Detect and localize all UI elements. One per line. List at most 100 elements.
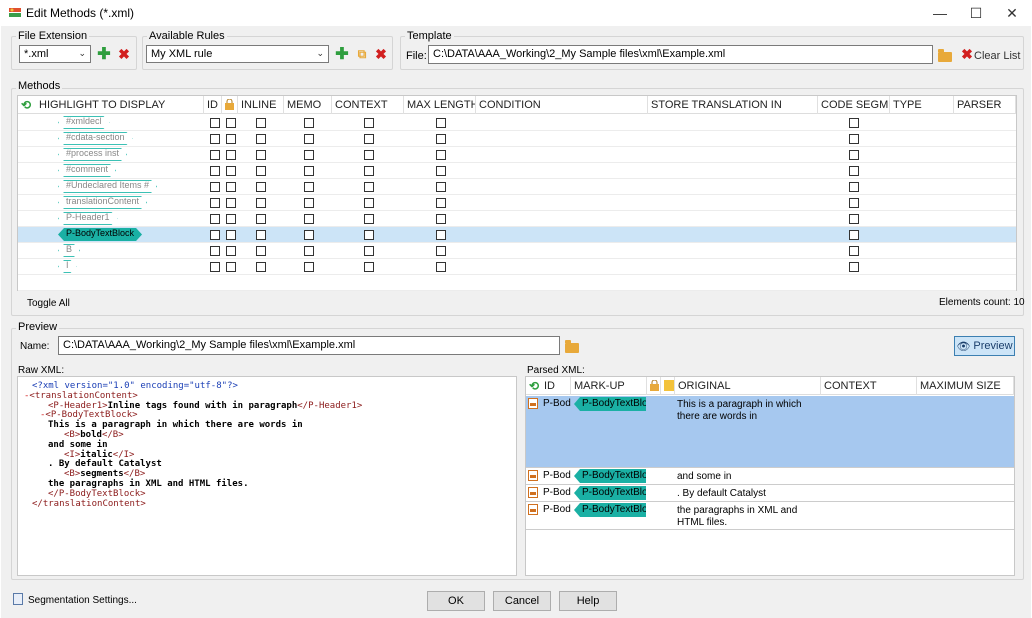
segmentation-settings-link[interactable]: Segmentation Settings... (28, 595, 137, 606)
method-checkbox[interactable] (256, 246, 266, 256)
column-highlight[interactable]: HIGHLIGHT TO DISPLAY (36, 96, 204, 114)
method-row[interactable]: P-Header1 (18, 211, 1016, 227)
method-checkbox[interactable] (210, 246, 220, 256)
close-button[interactable]: ✕ (996, 0, 1028, 26)
method-checkbox[interactable] (210, 182, 220, 192)
parsed-xml-grid[interactable]: ⟲ ID MARK-UP ORIGINAL CONTEXT MAXIMUM SI… (525, 376, 1015, 576)
method-row[interactable]: #xmldecl (18, 115, 1016, 131)
ok-button[interactable]: OK (427, 591, 485, 611)
method-checkbox[interactable] (436, 246, 446, 256)
method-checkbox[interactable] (226, 214, 236, 224)
column-inline[interactable]: INLINE (238, 96, 284, 114)
method-row[interactable]: I (18, 259, 1016, 275)
method-checkbox[interactable] (256, 214, 266, 224)
parsed-column-context[interactable]: CONTEXT (821, 377, 917, 395)
method-checkbox[interactable] (226, 246, 236, 256)
method-checkbox[interactable] (210, 118, 220, 128)
clear-list-icon[interactable]: ✖ (959, 46, 975, 62)
method-checkbox[interactable] (226, 198, 236, 208)
column-code-segment[interactable]: CODE SEGMENT (818, 96, 890, 114)
method-checkbox[interactable] (210, 230, 220, 240)
method-checkbox[interactable] (226, 182, 236, 192)
method-checkbox[interactable] (256, 230, 266, 240)
minimize-button[interactable]: — (924, 0, 956, 26)
method-checkbox[interactable] (849, 134, 859, 144)
method-row[interactable]: #cdata-section (18, 131, 1016, 147)
method-checkbox[interactable] (364, 182, 374, 192)
template-file-input[interactable]: C:\DATA\AAA_Working\2_My Sample files\xm… (428, 45, 933, 64)
column-parser[interactable]: PARSER (954, 96, 1016, 114)
column-store-translation[interactable]: STORE TRANSLATION IN (648, 96, 818, 114)
method-checkbox[interactable] (364, 246, 374, 256)
method-checkbox[interactable] (256, 262, 266, 272)
method-checkbox[interactable] (849, 150, 859, 160)
method-checkbox[interactable] (256, 182, 266, 192)
method-checkbox[interactable] (226, 150, 236, 160)
folder-open-icon[interactable] (938, 49, 952, 62)
method-checkbox[interactable] (436, 166, 446, 176)
clear-list-button[interactable]: Clear List (974, 50, 1020, 62)
method-checkbox[interactable] (226, 134, 236, 144)
method-checkbox[interactable] (256, 166, 266, 176)
method-checkbox[interactable] (849, 182, 859, 192)
method-row[interactable]: B (18, 243, 1016, 259)
refresh-icon[interactable]: ⟲ (21, 98, 31, 112)
method-checkbox[interactable] (436, 198, 446, 208)
column-context[interactable]: CONTEXT (332, 96, 404, 114)
lock-icon[interactable] (647, 377, 661, 395)
method-checkbox[interactable] (256, 118, 266, 128)
method-checkbox[interactable] (364, 118, 374, 128)
column-id[interactable]: ID (204, 96, 222, 114)
toggle-all-button[interactable]: Toggle All (27, 298, 70, 309)
method-checkbox[interactable] (304, 262, 314, 272)
parsed-column-markup[interactable]: MARK-UP (571, 377, 647, 395)
method-checkbox[interactable] (364, 214, 374, 224)
method-checkbox[interactable] (436, 150, 446, 160)
method-checkbox[interactable] (849, 230, 859, 240)
preview-button[interactable]: 👁 Preview (954, 336, 1015, 356)
column-type[interactable]: TYPE (890, 96, 954, 114)
file-extension-combo[interactable]: *.xml ⌄ (19, 45, 91, 63)
delete-rule-icon[interactable]: ✖ (373, 46, 389, 62)
method-checkbox[interactable] (364, 166, 374, 176)
method-checkbox[interactable] (226, 230, 236, 240)
method-checkbox[interactable] (436, 134, 446, 144)
method-checkbox[interactable] (436, 118, 446, 128)
method-row[interactable]: P-BodyTextBlock (18, 227, 1016, 243)
method-checkbox[interactable] (304, 166, 314, 176)
method-checkbox[interactable] (304, 150, 314, 160)
method-checkbox[interactable] (256, 134, 266, 144)
maximize-button[interactable]: ☐ (960, 0, 992, 26)
method-checkbox[interactable] (436, 262, 446, 272)
copy-rule-icon[interactable]: ⧉ (354, 46, 370, 62)
lock-icon[interactable] (222, 96, 238, 114)
method-checkbox[interactable] (436, 182, 446, 192)
column-memo[interactable]: MEMO (284, 96, 332, 114)
method-checkbox[interactable] (304, 134, 314, 144)
method-checkbox[interactable] (364, 150, 374, 160)
method-checkbox[interactable] (304, 118, 314, 128)
column-max-length[interactable]: MAX LENGTH (404, 96, 476, 114)
method-checkbox[interactable] (304, 182, 314, 192)
add-rule-icon[interactable]: ✚ (334, 46, 350, 63)
method-checkbox[interactable] (226, 262, 236, 272)
method-checkbox[interactable] (436, 230, 446, 240)
method-checkbox[interactable] (226, 166, 236, 176)
preview-name-input[interactable]: C:\DATA\AAA_Working\2_My Sample files\xm… (58, 336, 560, 355)
segmentation-icon[interactable] (13, 593, 23, 605)
parsed-column-max-size[interactable]: MAXIMUM SIZE (917, 377, 1014, 395)
method-checkbox[interactable] (849, 214, 859, 224)
column-condition[interactable]: CONDITION (476, 96, 648, 114)
method-row[interactable]: #comment (18, 163, 1016, 179)
method-checkbox[interactable] (210, 262, 220, 272)
method-checkbox[interactable] (304, 230, 314, 240)
add-extension-icon[interactable]: ✚ (96, 46, 112, 63)
method-checkbox[interactable] (364, 198, 374, 208)
method-checkbox[interactable] (436, 214, 446, 224)
method-row[interactable]: #process inst (18, 147, 1016, 163)
delete-extension-icon[interactable]: ✖ (116, 46, 132, 62)
method-checkbox[interactable] (849, 166, 859, 176)
parsed-row[interactable]: P-BodP-BodyTextBlock . By default Catalys… (526, 485, 1014, 502)
cancel-button[interactable]: Cancel (493, 591, 551, 611)
method-checkbox[interactable] (210, 166, 220, 176)
